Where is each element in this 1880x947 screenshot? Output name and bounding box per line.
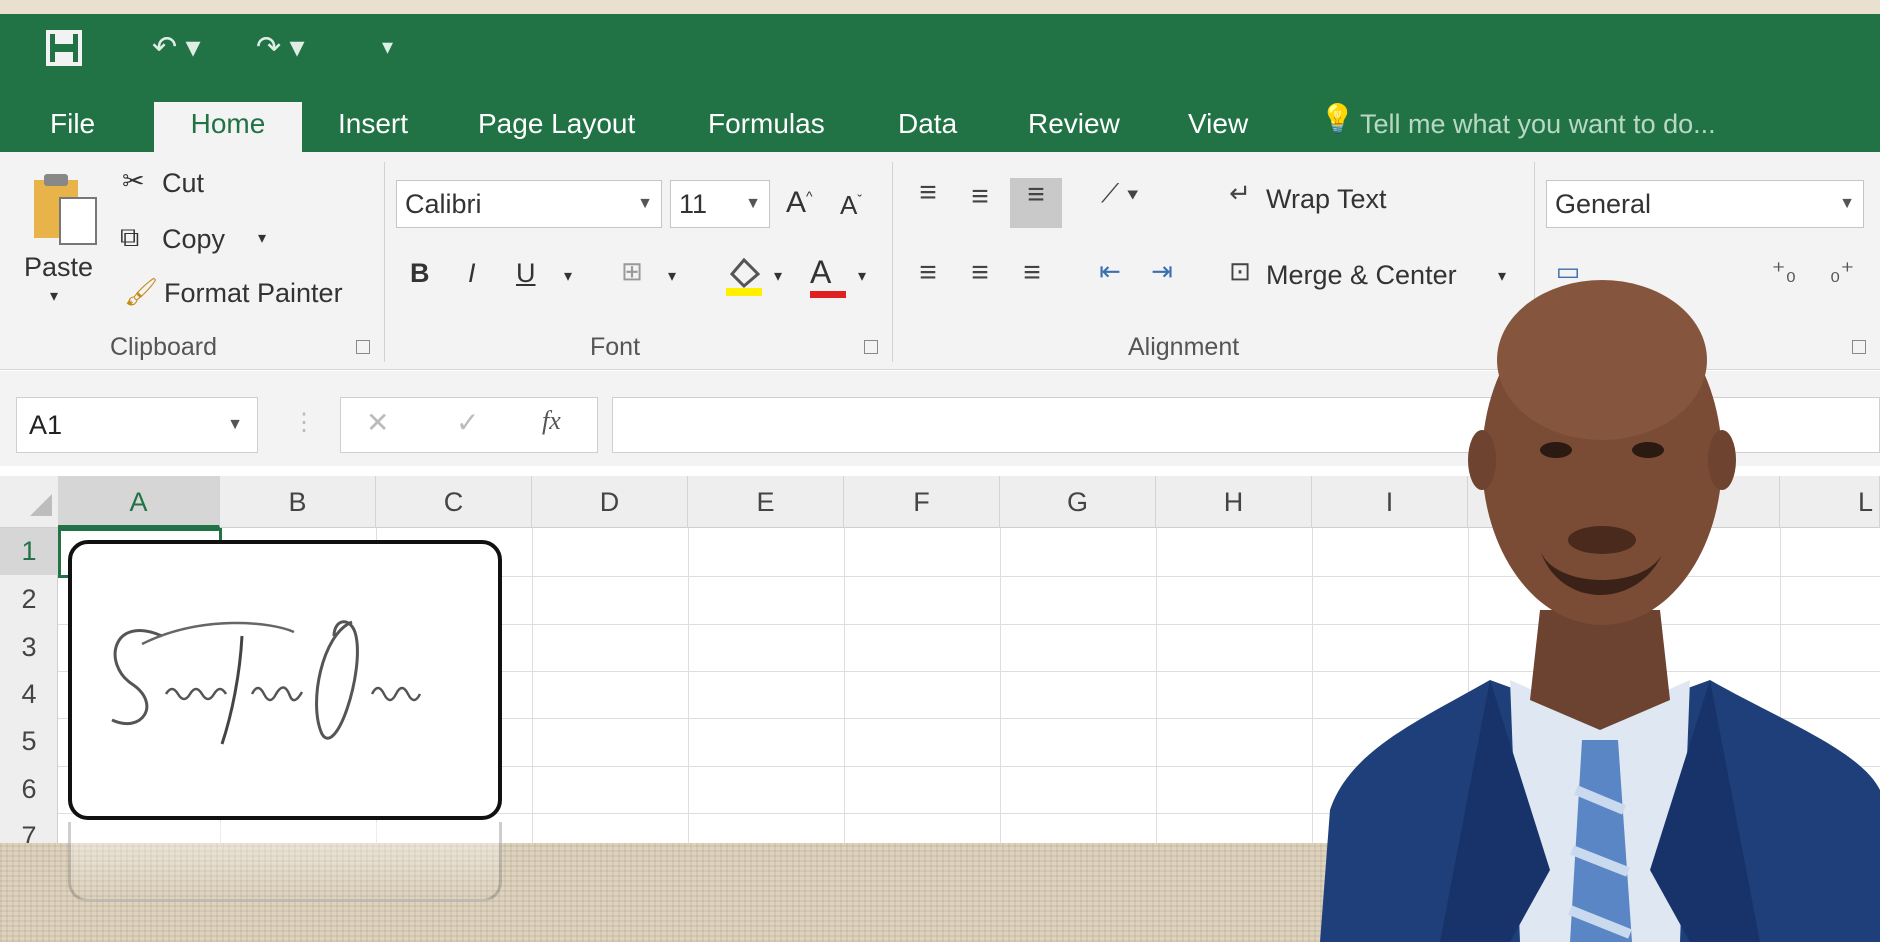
underline-dropdown-icon[interactable]: ▾	[564, 266, 572, 286]
column-header[interactable]: H	[1156, 476, 1312, 528]
signature-logo	[111, 620, 422, 745]
number-format-combo[interactable]: General ▼	[1546, 180, 1864, 228]
clipboard-launcher-icon[interactable]	[356, 340, 370, 354]
borders-icon[interactable]: ⊞	[612, 256, 652, 287]
tab-insert[interactable]: Insert	[328, 102, 418, 152]
cut-icon: ✂	[122, 166, 145, 196]
font-color-button[interactable]: A	[810, 254, 846, 298]
row-header[interactable]: 5	[0, 718, 58, 765]
lightbulb-icon: 💡	[1320, 103, 1355, 134]
borders-dropdown-icon[interactable]: ▾	[668, 266, 676, 286]
cancel-icon[interactable]: ✕	[366, 406, 389, 439]
column-header[interactable]: G	[1000, 476, 1156, 528]
tab-file[interactable]: File	[40, 102, 105, 152]
grip-icon: ⋮	[292, 409, 316, 436]
increase-font-label: A	[786, 186, 807, 219]
presenter-photo	[1320, 250, 1880, 942]
undo-icon[interactable]: ↶ ▾	[152, 30, 201, 65]
logo-card	[68, 540, 502, 820]
merge-center-icon: ⊡	[1229, 256, 1251, 286]
enter-icon[interactable]: ✓	[456, 406, 479, 439]
chevron-down-icon: ▼	[227, 416, 243, 433]
underline-button[interactable]: U	[516, 258, 536, 289]
redo-icon[interactable]: ↷ ▾	[256, 30, 305, 65]
decrease-font-button[interactable]: Aˇ	[840, 190, 862, 221]
column-header[interactable]: C	[376, 476, 532, 528]
fill-color-icon[interactable]	[724, 254, 764, 303]
row-header[interactable]: 2	[0, 576, 58, 623]
increase-font-button[interactable]: A^	[786, 186, 813, 220]
column-header[interactable]: E	[688, 476, 844, 528]
row-header[interactable]: 3	[0, 624, 58, 671]
row-header[interactable]: 4	[0, 671, 58, 718]
tab-data[interactable]: Data	[888, 102, 967, 152]
font-size-combo[interactable]: 11 ▼	[670, 180, 770, 228]
fill-color-dropdown-icon[interactable]: ▾	[774, 266, 782, 286]
customize-qat-icon[interactable]: ▾	[382, 34, 393, 60]
name-box-value: A1	[29, 410, 63, 440]
tab-formulas[interactable]: Formulas	[698, 102, 835, 152]
cut-button[interactable]: Cut	[162, 168, 204, 199]
column-header[interactable]: B	[220, 476, 376, 528]
orientation-icon[interactable]: ⟋ ▾	[1090, 178, 1150, 210]
copy-icon: ⧉	[120, 222, 140, 252]
row-header[interactable]: 1	[0, 528, 58, 575]
column-header[interactable]: A	[58, 476, 220, 528]
tab-review[interactable]: Review	[1018, 102, 1130, 152]
bold-button[interactable]: B	[410, 258, 430, 289]
align-right-icon[interactable]: ≡	[1012, 256, 1052, 290]
align-center-icon[interactable]: ≡	[960, 256, 1000, 290]
align-middle-icon[interactable]: ≡	[960, 180, 1000, 214]
font-launcher-icon[interactable]	[864, 340, 878, 354]
select-all-icon[interactable]	[30, 494, 52, 516]
align-left-icon[interactable]: ≡	[908, 256, 948, 290]
row-header[interactable]: 6	[0, 766, 58, 813]
chevron-down-icon: ▼	[745, 195, 761, 212]
name-box[interactable]: A1 ▼	[16, 397, 258, 453]
decrease-font-label: A	[840, 190, 858, 220]
divider	[892, 162, 893, 362]
font-group-label: Font	[590, 333, 641, 361]
chevron-down-icon: ▼	[1839, 195, 1855, 212]
wrap-text-icon: ↵	[1229, 178, 1251, 208]
insert-function-icon[interactable]: fx	[542, 406, 561, 436]
chevron-down-icon: ▼	[637, 195, 653, 212]
tab-home[interactable]: Home	[154, 102, 302, 152]
column-header[interactable]: D	[532, 476, 688, 528]
divider	[384, 162, 385, 362]
logo-reflection	[68, 822, 502, 902]
clipboard-group-label: Clipboard	[110, 333, 218, 361]
font-color-dropdown-icon[interactable]: ▾	[858, 266, 866, 286]
column-header[interactable]: F	[844, 476, 1000, 528]
increase-indent-icon[interactable]: ⇥	[1142, 256, 1182, 287]
copy-dropdown-icon[interactable]: ▾	[258, 228, 266, 248]
align-top-icon[interactable]: ≡	[908, 176, 948, 210]
wrap-text-button[interactable]: Wrap Text	[1266, 184, 1387, 215]
font-name-combo[interactable]: Calibri ▼	[396, 180, 662, 228]
font-color-label: A	[810, 254, 832, 290]
number-format-value: General	[1555, 189, 1652, 219]
top-fabric-strip	[0, 0, 1880, 14]
save-icon[interactable]	[44, 28, 84, 76]
clipboard-paste-icon[interactable]	[30, 170, 100, 255]
font-size-value: 11	[679, 189, 708, 219]
copy-button[interactable]: Copy	[162, 224, 225, 255]
format-painter-icon: 🖌	[124, 277, 159, 307]
italic-button[interactable]: I	[468, 258, 476, 289]
tab-page-layout[interactable]: Page Layout	[468, 102, 645, 152]
format-painter-button[interactable]: Format Painter	[164, 278, 343, 309]
font-name-value: Calibri	[405, 189, 482, 219]
tell-me-search[interactable]: Tell me what you want to do...	[1360, 102, 1716, 146]
decrease-indent-icon[interactable]: ⇤	[1090, 256, 1130, 287]
tab-view[interactable]: View	[1178, 102, 1258, 152]
align-bottom-icon[interactable]: ≡	[1010, 178, 1062, 228]
paste-button[interactable]: Paste	[24, 252, 93, 283]
alignment-group-label: Alignment	[1128, 333, 1240, 361]
paste-dropdown-icon[interactable]: ▾	[50, 286, 58, 306]
